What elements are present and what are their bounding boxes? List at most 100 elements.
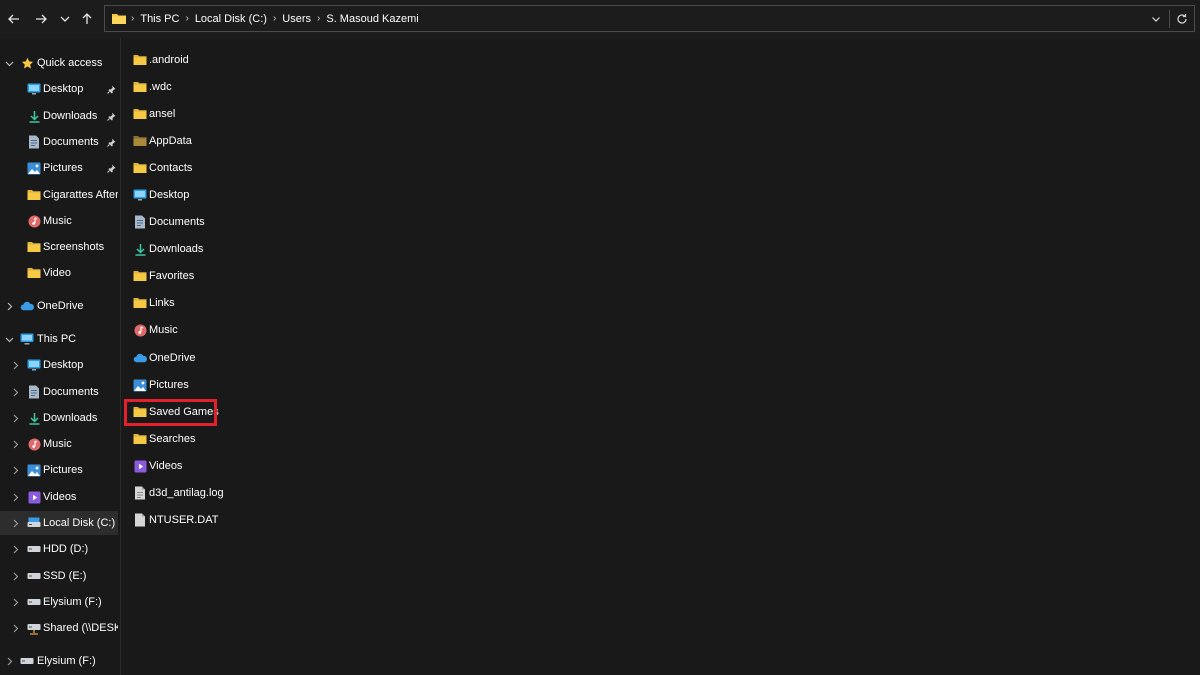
- breadcrumb-local-disk[interactable]: Local Disk (C:): [191, 13, 271, 25]
- sidebar-item-downloads[interactable]: Downloads: [0, 104, 118, 128]
- sidebar-item-label: This PC: [37, 333, 77, 345]
- navigation-pane: Quick access Desktop Downloads Documents: [0, 38, 120, 675]
- folder-dim-icon: [133, 134, 147, 148]
- chevron-right-icon: ›: [185, 13, 189, 24]
- chevron-right-icon[interactable]: [10, 511, 20, 535]
- list-item[interactable]: AppData: [133, 130, 192, 152]
- chevron-right-icon[interactable]: [10, 432, 20, 456]
- breadcrumb-this-pc[interactable]: This PC: [136, 13, 183, 25]
- list-item[interactable]: Desktop: [133, 184, 189, 206]
- sidebar-item-ssd-e[interactable]: SSD (E:): [0, 564, 118, 588]
- chevron-right-icon[interactable]: [10, 616, 20, 640]
- chevron-down-icon: [1152, 16, 1160, 22]
- sidebar-item-pc-desktop[interactable]: Desktop: [0, 353, 118, 377]
- address-history-button[interactable]: [1145, 6, 1167, 31]
- list-item[interactable]: Documents: [133, 211, 205, 233]
- sidebar-item-local-disk[interactable]: Local Disk (C:): [0, 511, 118, 535]
- sidebar-item-pc-documents[interactable]: Documents: [0, 380, 118, 404]
- desktop-icon: [27, 358, 41, 372]
- file-name: Documents: [149, 216, 205, 228]
- list-item[interactable]: OneDrive: [133, 347, 195, 369]
- drive-icon: [27, 542, 41, 556]
- file-icon: [133, 513, 147, 527]
- sidebar-item-pc-downloads[interactable]: Downloads: [0, 406, 118, 430]
- pin-icon[interactable]: [106, 104, 116, 128]
- sidebar-item-music[interactable]: Music: [0, 209, 118, 233]
- chevron-right-icon[interactable]: [10, 564, 20, 588]
- chevron-right-icon[interactable]: [10, 380, 20, 404]
- document-icon: [27, 135, 41, 149]
- music-icon: [27, 437, 41, 451]
- recent-locations-button[interactable]: [55, 9, 75, 29]
- file-list: .android .wdc ansel AppData Contacts Des…: [121, 38, 1200, 675]
- folder-icon: [109, 12, 129, 25]
- list-item[interactable]: ansel: [133, 103, 175, 125]
- arrow-right-icon: [36, 14, 47, 24]
- chevron-right-icon[interactable]: [4, 294, 14, 318]
- chevron-down-icon[interactable]: [4, 51, 14, 75]
- pin-icon[interactable]: [106, 130, 116, 154]
- file-name: d3d_antilag.log: [149, 487, 224, 499]
- chevron-right-icon[interactable]: [10, 353, 20, 377]
- list-item[interactable]: Pictures: [133, 374, 189, 396]
- sidebar-item-label: OneDrive: [37, 300, 84, 312]
- list-item[interactable]: Favorites: [133, 265, 194, 287]
- sidebar-item-documents[interactable]: Documents: [0, 130, 118, 154]
- list-item[interactable]: .wdc: [133, 76, 172, 98]
- chevron-down-icon[interactable]: [4, 327, 14, 351]
- sidebar-item-label: Music: [43, 438, 72, 450]
- sidebar-item-pc-pictures[interactable]: Pictures: [0, 458, 118, 482]
- forward-button[interactable]: [31, 9, 51, 29]
- sidebar-item-screenshots[interactable]: Screenshots: [0, 235, 118, 259]
- sidebar-item-label: Video: [43, 267, 71, 279]
- list-item[interactable]: Videos: [133, 455, 182, 477]
- sidebar-item-this-pc[interactable]: This PC: [0, 327, 118, 351]
- sidebar-item-pc-videos[interactable]: Videos: [0, 485, 118, 509]
- sidebar-item-onedrive[interactable]: OneDrive: [0, 294, 118, 318]
- sidebar-item-desktop[interactable]: Desktop: [0, 77, 118, 101]
- chevron-right-icon[interactable]: [10, 406, 20, 430]
- file-name: OneDrive: [149, 352, 196, 364]
- sidebar-item-video[interactable]: Video: [0, 261, 118, 285]
- folder-icon: [133, 161, 147, 175]
- list-item[interactable]: Downloads: [133, 238, 203, 260]
- chevron-right-icon[interactable]: [10, 590, 20, 614]
- sidebar-item-elysium-root[interactable]: Elysium (F:): [0, 649, 118, 673]
- sidebar-item-label: Desktop: [43, 359, 84, 371]
- list-item[interactable]: Music: [133, 319, 178, 341]
- address-bar[interactable]: › This PC › Local Disk (C:) › Users › S.…: [104, 5, 1195, 32]
- computer-icon: [20, 332, 34, 346]
- list-item[interactable]: NTUSER.DAT: [133, 509, 218, 531]
- list-item[interactable]: Searches: [133, 428, 195, 450]
- up-button[interactable]: [77, 9, 97, 29]
- sidebar-item-shared[interactable]: Shared (\\DESKTOI: [0, 616, 118, 640]
- file-name: Searches: [149, 433, 196, 445]
- file-icon: [133, 486, 147, 500]
- refresh-button[interactable]: [1171, 6, 1193, 31]
- sidebar-item-pc-music[interactable]: Music: [0, 432, 118, 456]
- folder-icon: [133, 296, 147, 310]
- pin-icon[interactable]: [106, 156, 116, 180]
- chevron-right-icon: ›: [272, 13, 277, 24]
- back-button[interactable]: [4, 9, 24, 29]
- breadcrumb-user-folder[interactable]: S. Masoud Kazemi: [322, 13, 422, 25]
- sidebar-item-cigarattes[interactable]: Cigarattes After Se: [0, 183, 118, 207]
- list-item[interactable]: Links: [133, 292, 175, 314]
- sidebar-item-hdd-d[interactable]: HDD (D:): [0, 537, 118, 561]
- sidebar-item-label: Downloads: [43, 412, 98, 424]
- pictures-icon: [133, 378, 147, 392]
- list-item[interactable]: d3d_antilag.log: [133, 482, 224, 504]
- chevron-right-icon[interactable]: [10, 485, 20, 509]
- breadcrumb-users[interactable]: Users: [278, 13, 315, 25]
- sidebar-item-quick-access[interactable]: Quick access: [0, 51, 118, 75]
- sidebar-item-pictures[interactable]: Pictures: [0, 156, 118, 180]
- breadcrumb: › This PC › Local Disk (C:) › Users › S.…: [109, 6, 423, 31]
- list-item[interactable]: Contacts: [133, 157, 192, 179]
- chevron-right-icon[interactable]: [10, 458, 20, 482]
- pin-icon[interactable]: [106, 77, 116, 101]
- list-item[interactable]: .android: [133, 49, 189, 71]
- document-icon: [133, 215, 147, 229]
- chevron-right-icon[interactable]: [10, 537, 20, 561]
- sidebar-item-elysium-f[interactable]: Elysium (F:): [0, 590, 118, 614]
- chevron-right-icon[interactable]: [4, 649, 14, 673]
